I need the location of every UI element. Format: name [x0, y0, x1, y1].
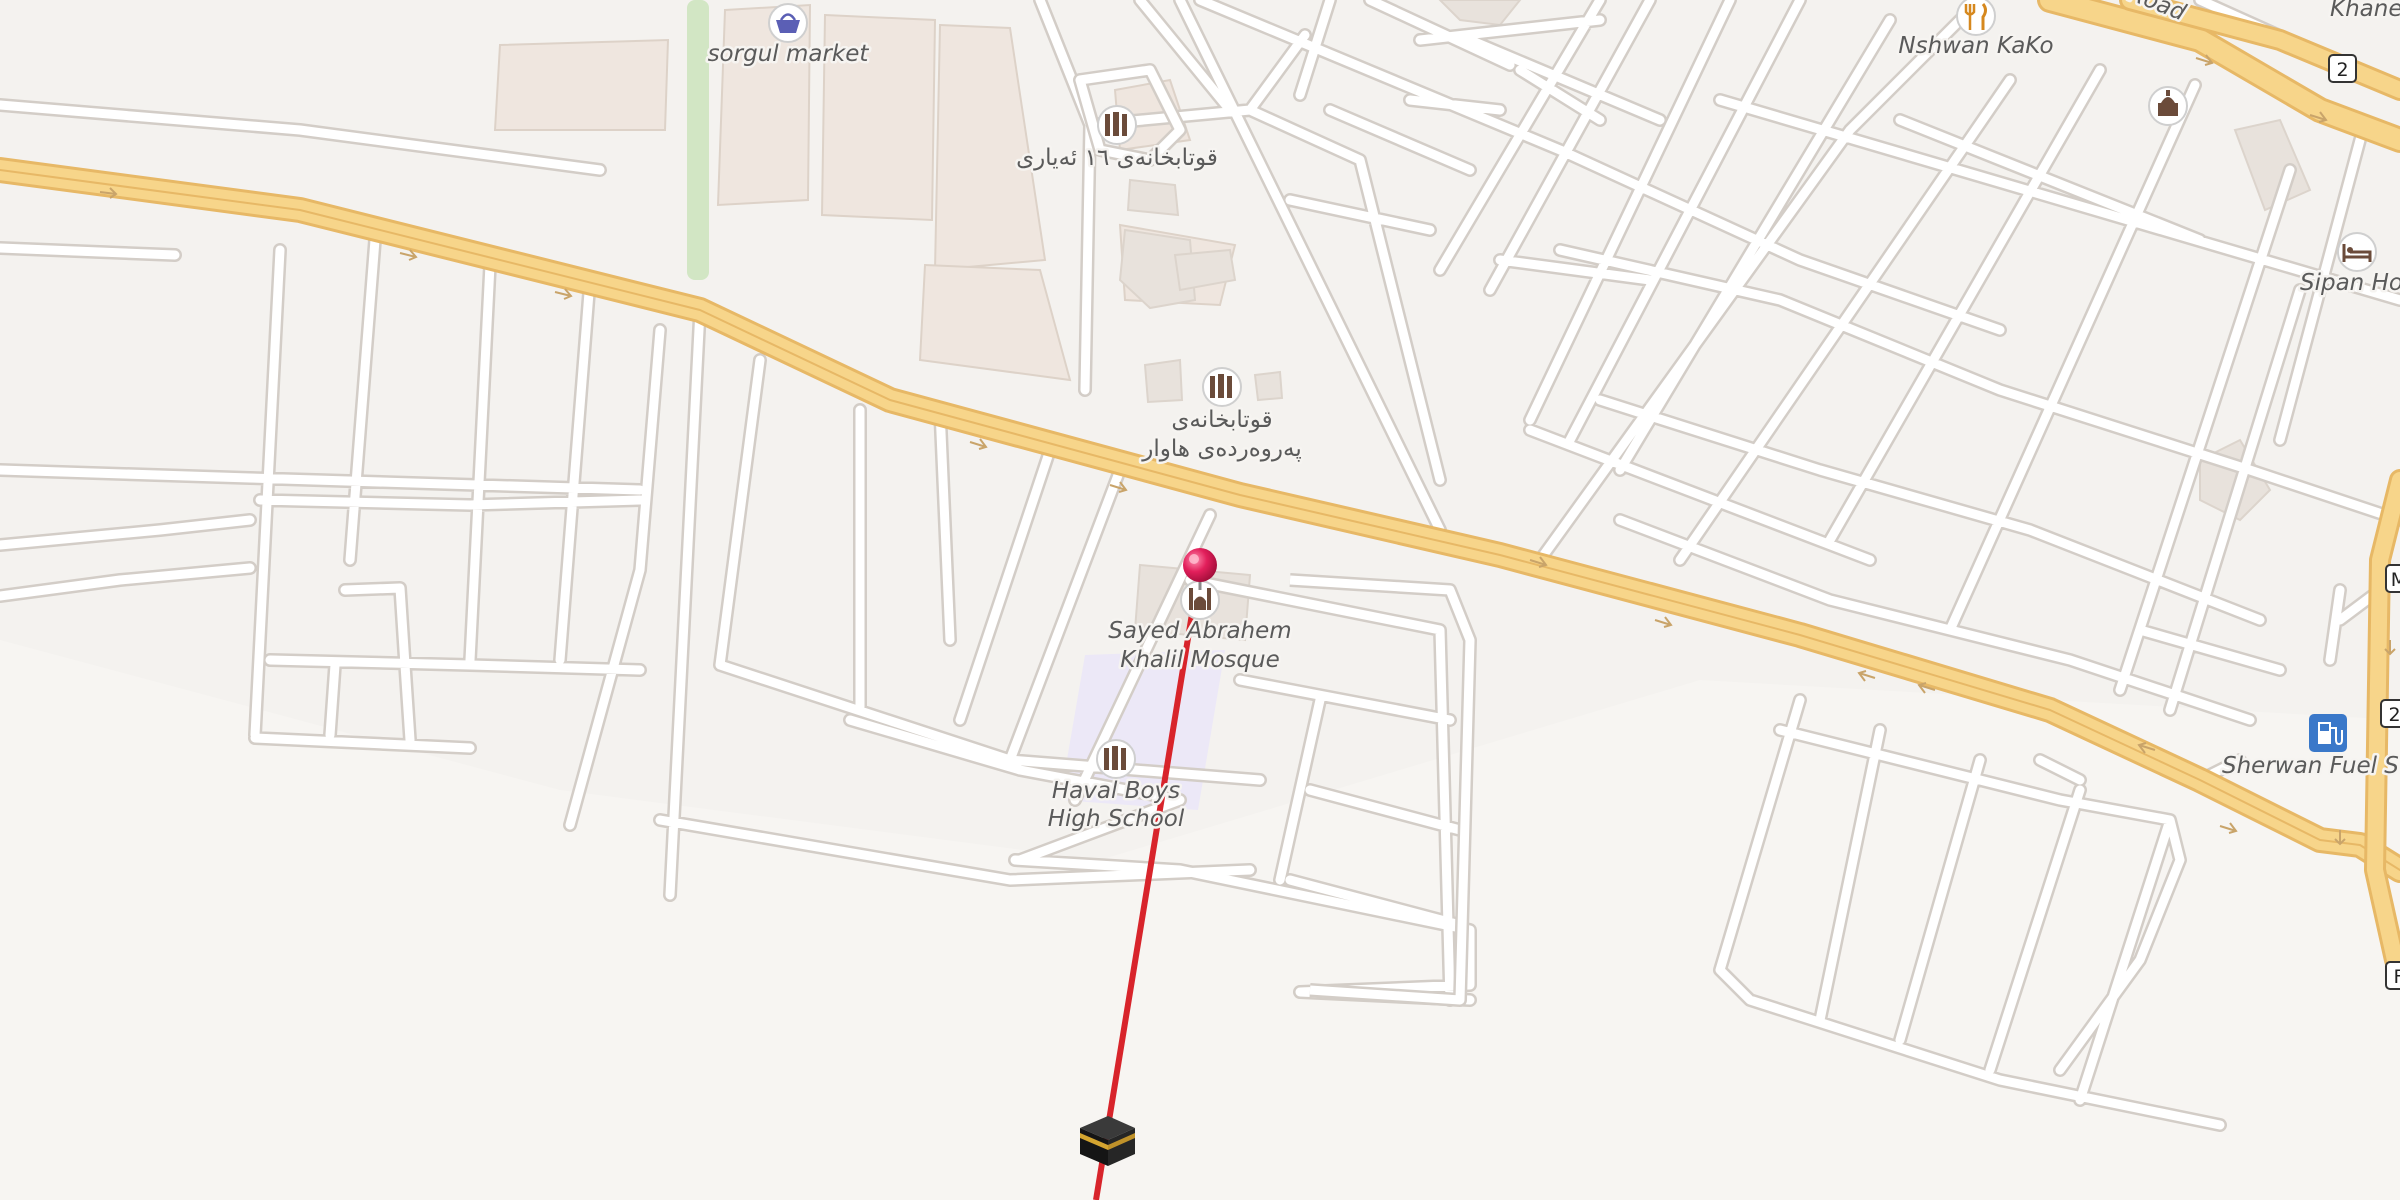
green-strip — [687, 0, 709, 280]
school-icon[interactable] — [1202, 367, 1242, 407]
label-school-line1: Haval Boys — [1052, 778, 1180, 804]
label-school-ku-2-line1: قوتابخانەی — [1171, 407, 1272, 433]
label-school-ku-1: قوتابخانەی ١٦ ئەیاری — [1016, 145, 1218, 171]
label-sorgul-market: sorgul market — [708, 41, 870, 67]
shopping-basket-icon[interactable] — [768, 3, 808, 43]
school-icon[interactable] — [1096, 739, 1136, 779]
label-school-line2: High School — [1048, 806, 1185, 832]
label-mosque-line2: Khalil Mosque — [1120, 647, 1279, 673]
label-mosque-line1: Sayed Abrahem — [1108, 618, 1291, 644]
road-shield-2-top: 2 — [2328, 54, 2357, 83]
mosque-icon[interactable] — [2148, 86, 2188, 126]
road-shield-edge-upper: M — [2385, 564, 2400, 593]
label-school-ku-2-line2: پەروەردەی هاوار — [1141, 436, 1301, 462]
svg-text:F: F — [2394, 966, 2400, 988]
school-icon[interactable] — [1097, 105, 1137, 145]
map-canvas[interactable]: sorgul market Nshwan KaKo قوتابخانەی ١٦ … — [0, 0, 2400, 1200]
label-khane: Khane — [2330, 0, 2400, 22]
road-shield-edge-lower: F — [2385, 961, 2400, 990]
svg-text:2: 2 — [2336, 59, 2348, 81]
label-nshwan-kako: Nshwan KaKo — [1898, 33, 2053, 59]
road-shield-2-right: 2 — [2380, 699, 2400, 728]
fuel-pump-icon[interactable] — [2309, 714, 2347, 752]
bed-icon[interactable] — [2337, 232, 2377, 272]
svg-text:M: M — [2391, 569, 2400, 591]
label-sherwan-fuel: Sherwan Fuel Stat — [2222, 753, 2400, 779]
label-sipan-hotel: Sipan Hot — [2300, 270, 2400, 296]
fork-knife-icon[interactable] — [1956, 0, 1996, 36]
svg-text:2: 2 — [2388, 704, 2400, 726]
